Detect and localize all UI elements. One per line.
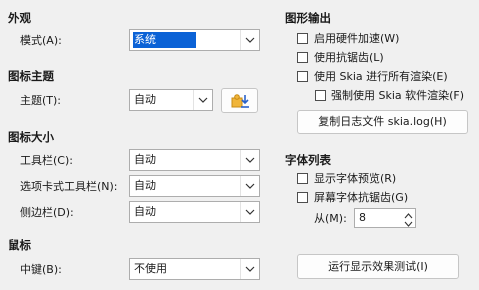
from-spinbox-value: 8 bbox=[359, 211, 366, 224]
sidebar-size-value: 自动 bbox=[134, 205, 156, 218]
chevron-down-icon[interactable] bbox=[240, 150, 259, 170]
hw-accel-checkbox[interactable] bbox=[297, 33, 308, 44]
graphics-output-header: 图形输出 bbox=[285, 11, 331, 25]
middle-button-label: 中键(B): bbox=[20, 263, 62, 276]
theme-select-value: 自动 bbox=[134, 93, 156, 106]
from-label: 从(M): bbox=[314, 212, 347, 225]
toolbar-size-select[interactable]: 自动 bbox=[129, 149, 260, 171]
middle-button-select[interactable]: 不使用 bbox=[129, 258, 260, 280]
tabbed-toolbar-label: 选项卡式工具栏(N): bbox=[20, 180, 118, 193]
skia-all-checkbox[interactable] bbox=[297, 71, 308, 82]
theme-select[interactable]: 自动 bbox=[129, 89, 213, 111]
toolbar-size-value: 自动 bbox=[134, 153, 156, 166]
chevron-down-icon[interactable] bbox=[240, 259, 259, 279]
mouse-header: 鼠标 bbox=[8, 238, 31, 252]
copy-log-button[interactable]: 复制日志文件 skia.log(H) bbox=[297, 110, 468, 134]
chevron-down-icon[interactable] bbox=[193, 90, 212, 110]
theme-label: 主题(T): bbox=[20, 94, 62, 107]
tabbed-size-select[interactable]: 自动 bbox=[129, 175, 260, 197]
skia-software-label: 强制使用 Skia 软件渲染(F) bbox=[331, 89, 465, 102]
spin-up-icon[interactable] bbox=[403, 210, 414, 219]
spin-down-icon[interactable] bbox=[403, 218, 414, 227]
sidebar-label: 侧边栏(D): bbox=[20, 206, 74, 219]
mode-select[interactable]: 系统 bbox=[129, 29, 260, 51]
run-display-test-button[interactable]: 运行显示效果测试(I) bbox=[297, 254, 459, 279]
screen-antialias-checkbox[interactable] bbox=[297, 192, 308, 203]
font-list-header: 字体列表 bbox=[285, 153, 331, 167]
icon-theme-header: 图标主题 bbox=[8, 69, 54, 83]
chevron-down-icon[interactable] bbox=[240, 176, 259, 196]
sidebar-size-select[interactable]: 自动 bbox=[129, 201, 260, 223]
hw-accel-label: 启用硬件加速(W) bbox=[314, 32, 400, 45]
skia-software-checkbox[interactable] bbox=[315, 90, 326, 101]
from-spinbox[interactable]: 8 bbox=[354, 208, 416, 228]
antialias-checkbox[interactable] bbox=[297, 52, 308, 63]
screen-antialias-label: 屏幕字体抗锯齿(G) bbox=[314, 191, 409, 204]
mode-label: 模式(A): bbox=[20, 34, 62, 47]
skia-all-label: 使用 Skia 进行所有渲染(E) bbox=[314, 70, 448, 83]
antialias-label: 使用抗锯齿(L) bbox=[314, 51, 384, 64]
middle-button-value: 不使用 bbox=[134, 262, 167, 275]
mode-select-value: 系统 bbox=[133, 32, 196, 48]
add-extension-button[interactable] bbox=[221, 88, 258, 113]
icon-size-header: 图标大小 bbox=[8, 130, 54, 144]
chevron-down-icon[interactable] bbox=[240, 30, 259, 50]
chevron-down-icon[interactable] bbox=[240, 202, 259, 222]
tabbed-size-value: 自动 bbox=[134, 179, 156, 192]
toolbar-label: 工具栏(C): bbox=[20, 154, 73, 167]
font-preview-label: 显示字体预览(R) bbox=[314, 172, 397, 185]
appearance-header: 外观 bbox=[8, 11, 31, 25]
puzzle-download-icon bbox=[231, 94, 249, 108]
font-preview-checkbox[interactable] bbox=[297, 173, 308, 184]
